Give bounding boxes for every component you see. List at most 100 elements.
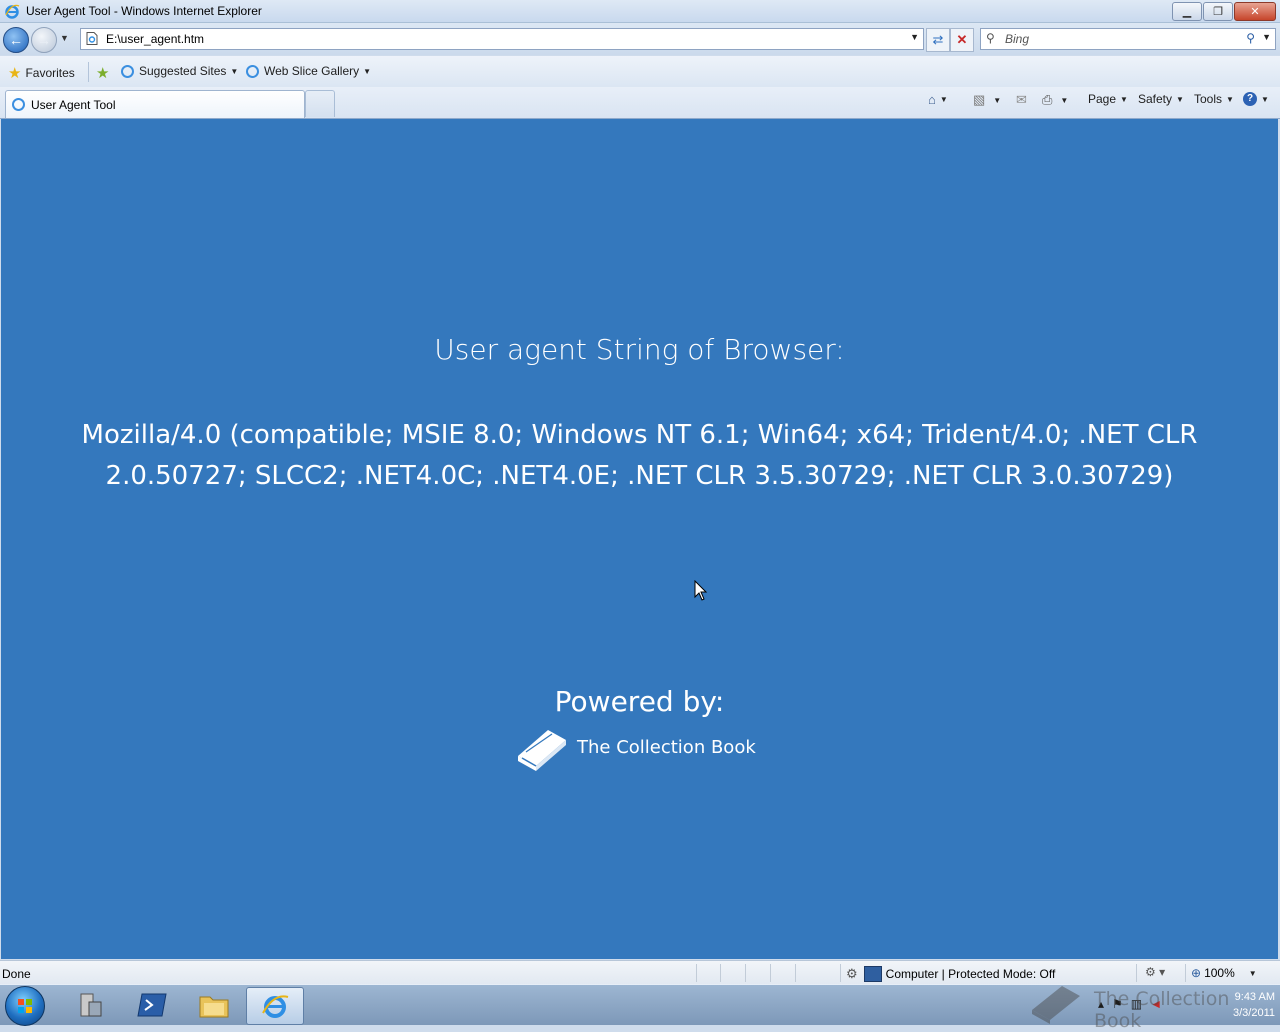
window-title: User Agent Tool - Windows Internet Explo… bbox=[26, 4, 262, 18]
tools-menu-label: Tools bbox=[1194, 92, 1223, 106]
chevron-down-icon: ▼ bbox=[1226, 94, 1234, 104]
network-icon: ⚙ bbox=[846, 966, 858, 981]
taskbar-server-manager[interactable] bbox=[62, 987, 118, 1023]
window-controls: ▁ ❐ ✕ bbox=[1171, 2, 1276, 21]
arrow-right-icon: → bbox=[37, 32, 51, 48]
start-button[interactable] bbox=[5, 986, 45, 1026]
add-to-favorites-bar-button[interactable]: ★ bbox=[96, 64, 113, 82]
safety-menu[interactable]: Safety ▼ bbox=[1138, 92, 1184, 106]
new-tab-button[interactable] bbox=[305, 90, 335, 117]
chevron-down-icon: ▼ bbox=[363, 66, 372, 76]
tools-menu[interactable]: Tools ▼ bbox=[1194, 92, 1234, 106]
refresh-icon: ⇄ bbox=[932, 32, 944, 47]
chevron-down-icon: ▼ bbox=[1120, 94, 1128, 104]
forward-button[interactable]: → bbox=[31, 27, 57, 53]
powered-by-label: Powered by: bbox=[554, 685, 725, 718]
address-dropdown-icon[interactable]: ▼ bbox=[910, 32, 919, 42]
minimize-button[interactable]: ▁ bbox=[1172, 2, 1202, 21]
printer-icon: ⎙ bbox=[1042, 92, 1053, 107]
favorites-button[interactable]: ★ Favorites bbox=[8, 64, 75, 82]
divider bbox=[696, 964, 697, 982]
feeds-button[interactable]: ▧ ▼ bbox=[973, 92, 1001, 108]
search-placeholder[interactable]: Bing bbox=[1005, 32, 1029, 46]
ie-page-icon bbox=[121, 64, 134, 78]
computer-zone-icon bbox=[863, 966, 882, 982]
add-favorite-icon: ★ bbox=[96, 65, 110, 82]
suggested-sites-link[interactable]: Suggested Sites ▼ bbox=[121, 64, 238, 78]
help-icon: ? bbox=[1243, 92, 1257, 106]
taskbar-explorer[interactable] bbox=[186, 987, 242, 1023]
arrow-left-icon: ← bbox=[9, 32, 23, 48]
web-slice-gallery-link[interactable]: Web Slice Gallery ▼ bbox=[246, 64, 371, 78]
close-button[interactable]: ✕ bbox=[1234, 2, 1276, 21]
taskbar-powershell[interactable] bbox=[124, 987, 180, 1023]
divider bbox=[795, 964, 796, 982]
safety-menu-label: Safety bbox=[1138, 92, 1173, 106]
divider bbox=[770, 964, 771, 982]
tab-label: User Agent Tool bbox=[31, 98, 116, 112]
suggested-sites-label: Suggested Sites bbox=[139, 64, 227, 78]
windows-flag-icon bbox=[18, 999, 32, 1013]
restore-button[interactable]: ❐ bbox=[1203, 2, 1233, 21]
divider bbox=[88, 62, 89, 82]
ie-logo-icon bbox=[5, 4, 20, 19]
back-button[interactable]: ← bbox=[3, 27, 29, 53]
close-icon: ✕ bbox=[1250, 6, 1260, 18]
home-icon: ⌂ bbox=[928, 92, 936, 107]
powershell-icon bbox=[137, 993, 167, 1017]
divider bbox=[745, 964, 746, 982]
user-agent-string: Mozilla/4.0 (compatible; MSIE 8.0; Windo… bbox=[81, 420, 1198, 491]
page-icon bbox=[86, 32, 98, 45]
taskbar-internet-explorer[interactable] bbox=[246, 987, 304, 1025]
user-agent-heading: User agent String of Browser: bbox=[434, 333, 845, 366]
search-options-dropdown[interactable]: ▼ bbox=[1262, 32, 1271, 42]
stop-icon: ✕ bbox=[956, 32, 968, 47]
restore-icon: ❐ bbox=[1213, 6, 1223, 18]
refresh-button[interactable]: ⇄ bbox=[926, 28, 950, 52]
watermark-text: The Collection Book bbox=[1094, 988, 1230, 1032]
server-manager-icon bbox=[80, 993, 102, 1017]
brand-label: The Collection Book bbox=[577, 737, 756, 758]
book-watermark-icon bbox=[1032, 986, 1080, 1024]
minimize-icon: ▁ bbox=[1182, 6, 1192, 18]
page-menu-label: Page bbox=[1088, 92, 1117, 106]
recent-pages-dropdown[interactable]: ▼ bbox=[60, 33, 69, 43]
chevron-down-icon: ▼ bbox=[1176, 94, 1184, 104]
favorites-star-icon: ★ bbox=[8, 65, 22, 82]
ie-page-icon bbox=[12, 98, 25, 111]
chevron-down-icon[interactable]: ▼ bbox=[993, 96, 1001, 105]
mouse-cursor-icon bbox=[694, 580, 708, 601]
address-toolbar: ← → ▼ E:\user_agent.htm ▼ ⇄ ✕ ⚲ Bing ⚲ ▼ bbox=[0, 23, 1280, 55]
folder-icon bbox=[199, 996, 229, 1018]
ie-page-icon bbox=[246, 64, 259, 78]
chevron-down-icon: ▼ bbox=[1261, 94, 1269, 104]
tab-user-agent-tool[interactable]: User Agent Tool bbox=[5, 90, 305, 118]
home-button[interactable]: ⌂ ▼ bbox=[928, 92, 948, 107]
mail-icon: ✉ bbox=[1016, 92, 1027, 107]
title-bar[interactable]: User Agent Tool - Windows Internet Explo… bbox=[0, 0, 1280, 23]
help-menu[interactable]: ? ▼ bbox=[1243, 92, 1269, 106]
chevron-down-icon[interactable]: ▼ bbox=[1060, 96, 1068, 105]
search-icon[interactable]: ⚲ bbox=[1246, 31, 1255, 45]
web-slice-gallery-label: Web Slice Gallery bbox=[264, 64, 360, 78]
divider bbox=[720, 964, 721, 982]
search-box[interactable]: ⚲ Bing ⚲ ▼ bbox=[980, 28, 1276, 50]
security-zone[interactable]: ⚙ Computer | Protected Mode: Off bbox=[846, 966, 1055, 982]
search-provider-icon: ⚲ bbox=[986, 31, 995, 45]
book-logo-icon bbox=[518, 730, 566, 771]
page-menu[interactable]: Page ▼ bbox=[1088, 92, 1128, 106]
url-text[interactable]: E:\user_agent.htm bbox=[106, 32, 204, 46]
rss-feed-icon: ▧ bbox=[973, 92, 986, 107]
chevron-down-icon[interactable]: ▼ bbox=[940, 95, 948, 104]
address-bar[interactable]: E:\user_agent.htm ▼ bbox=[80, 28, 924, 50]
internet-explorer-icon bbox=[262, 995, 289, 1018]
stop-button[interactable]: ✕ bbox=[950, 28, 974, 52]
print-button[interactable]: ⎙ ▼ bbox=[1042, 92, 1068, 108]
favorites-label: Favorites bbox=[25, 66, 75, 80]
status-text: Done bbox=[2, 967, 31, 981]
chevron-down-icon: ▼ bbox=[230, 66, 239, 76]
watermark: The Collection Book bbox=[1028, 976, 1278, 1032]
divider bbox=[840, 964, 841, 982]
tab-row: User Agent Tool ⌂ ▼ ▧ ▼ ✉ ⎙ ▼ Page ▼ Saf… bbox=[0, 87, 1280, 119]
read-mail-button[interactable]: ✉ bbox=[1016, 92, 1027, 108]
